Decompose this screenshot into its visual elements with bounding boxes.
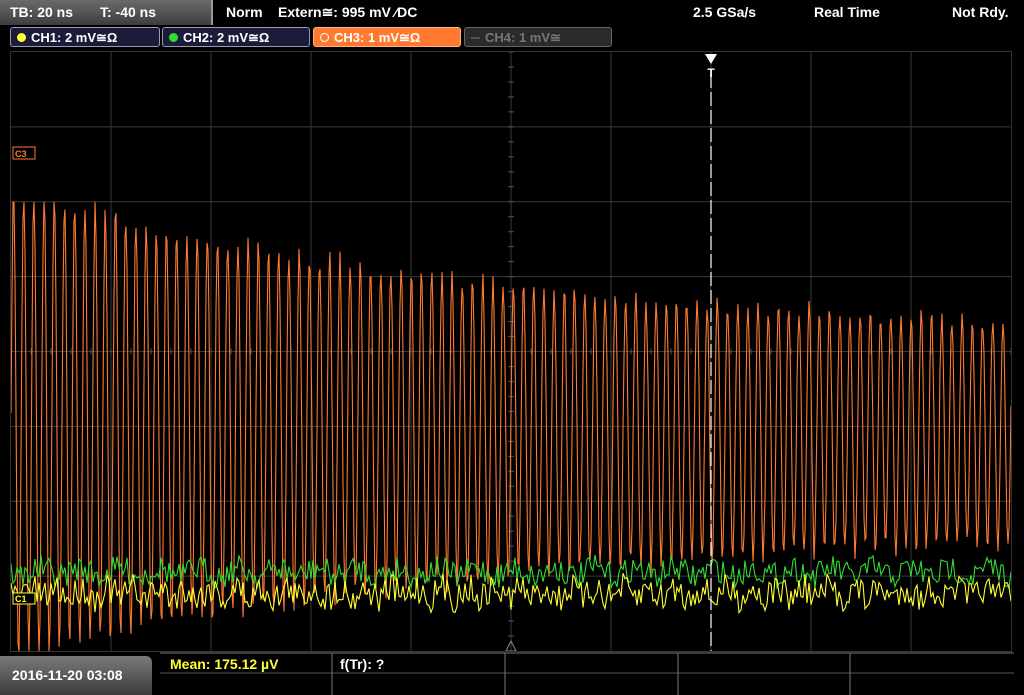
trigger-position-icon — [705, 54, 717, 64]
timebase-box[interactable]: TB: 20 ns T: -40 ns — [0, 0, 213, 25]
trigger-source-label[interactable]: Extern≅: 995 mV ⁄DC — [278, 4, 417, 21]
frequency-measurement[interactable]: f(Tr): ? — [340, 656, 384, 672]
ch2-indicator-icon — [169, 33, 178, 42]
footer-bar: 2016-11-20 03:08 Mean: 175.12 µV f(Tr): … — [0, 652, 1024, 695]
ch1-indicator-icon — [17, 33, 26, 42]
acquisition-status-label: Not Rdy. — [952, 4, 1009, 20]
measurement-table-lines — [160, 652, 1014, 695]
trigger-marker-label: T — [707, 66, 715, 80]
trigger-mode-label[interactable]: Norm — [226, 4, 263, 20]
acquisition-mode-label: Real Time — [814, 4, 880, 20]
waveform-canvas: T C3 C1 — [10, 51, 1012, 652]
channel-bar: CH1: 2 mV≅Ω CH2: 2 mV≅Ω CH3: 1 mV≅Ω CH4:… — [0, 26, 1024, 49]
channel-4-button[interactable]: CH4: 1 mV≅ — [464, 27, 612, 47]
waveform-display[interactable]: T C3 C1 — [10, 51, 1012, 652]
channel-3-button[interactable]: CH3: 1 mV≅Ω — [313, 27, 461, 47]
timestamp-label: 2016-11-20 03:08 — [12, 667, 123, 683]
channel-1-label: CH1: 2 mV≅Ω — [31, 30, 118, 45]
timebase-label: TB: 20 ns — [10, 4, 74, 20]
ch1-reference-label: C1 — [15, 594, 27, 604]
ch3-indicator-icon — [320, 33, 329, 42]
sample-rate-label: 2.5 GSa/s — [693, 4, 757, 20]
channel-2-label: CH2: 2 mV≅Ω — [183, 30, 270, 45]
mean-measurement[interactable]: Mean: 175.12 µV — [170, 656, 278, 672]
channel-2-button[interactable]: CH2: 2 mV≅Ω — [162, 27, 310, 47]
ch3-reference-label: C3 — [15, 149, 27, 159]
ch4-indicator-icon — [471, 37, 480, 39]
trigger-time-label: T: -40 ns — [100, 4, 157, 20]
timestamp-box: 2016-11-20 03:08 — [0, 656, 152, 695]
channel-4-label: CH4: 1 mV≅ — [485, 30, 561, 45]
channel-3-label: CH3: 1 mV≅Ω — [334, 30, 421, 45]
channel-1-button[interactable]: CH1: 2 mV≅Ω — [10, 27, 160, 47]
top-status-bar: TB: 20 ns T: -40 ns Norm Extern≅: 995 mV… — [0, 0, 1024, 25]
